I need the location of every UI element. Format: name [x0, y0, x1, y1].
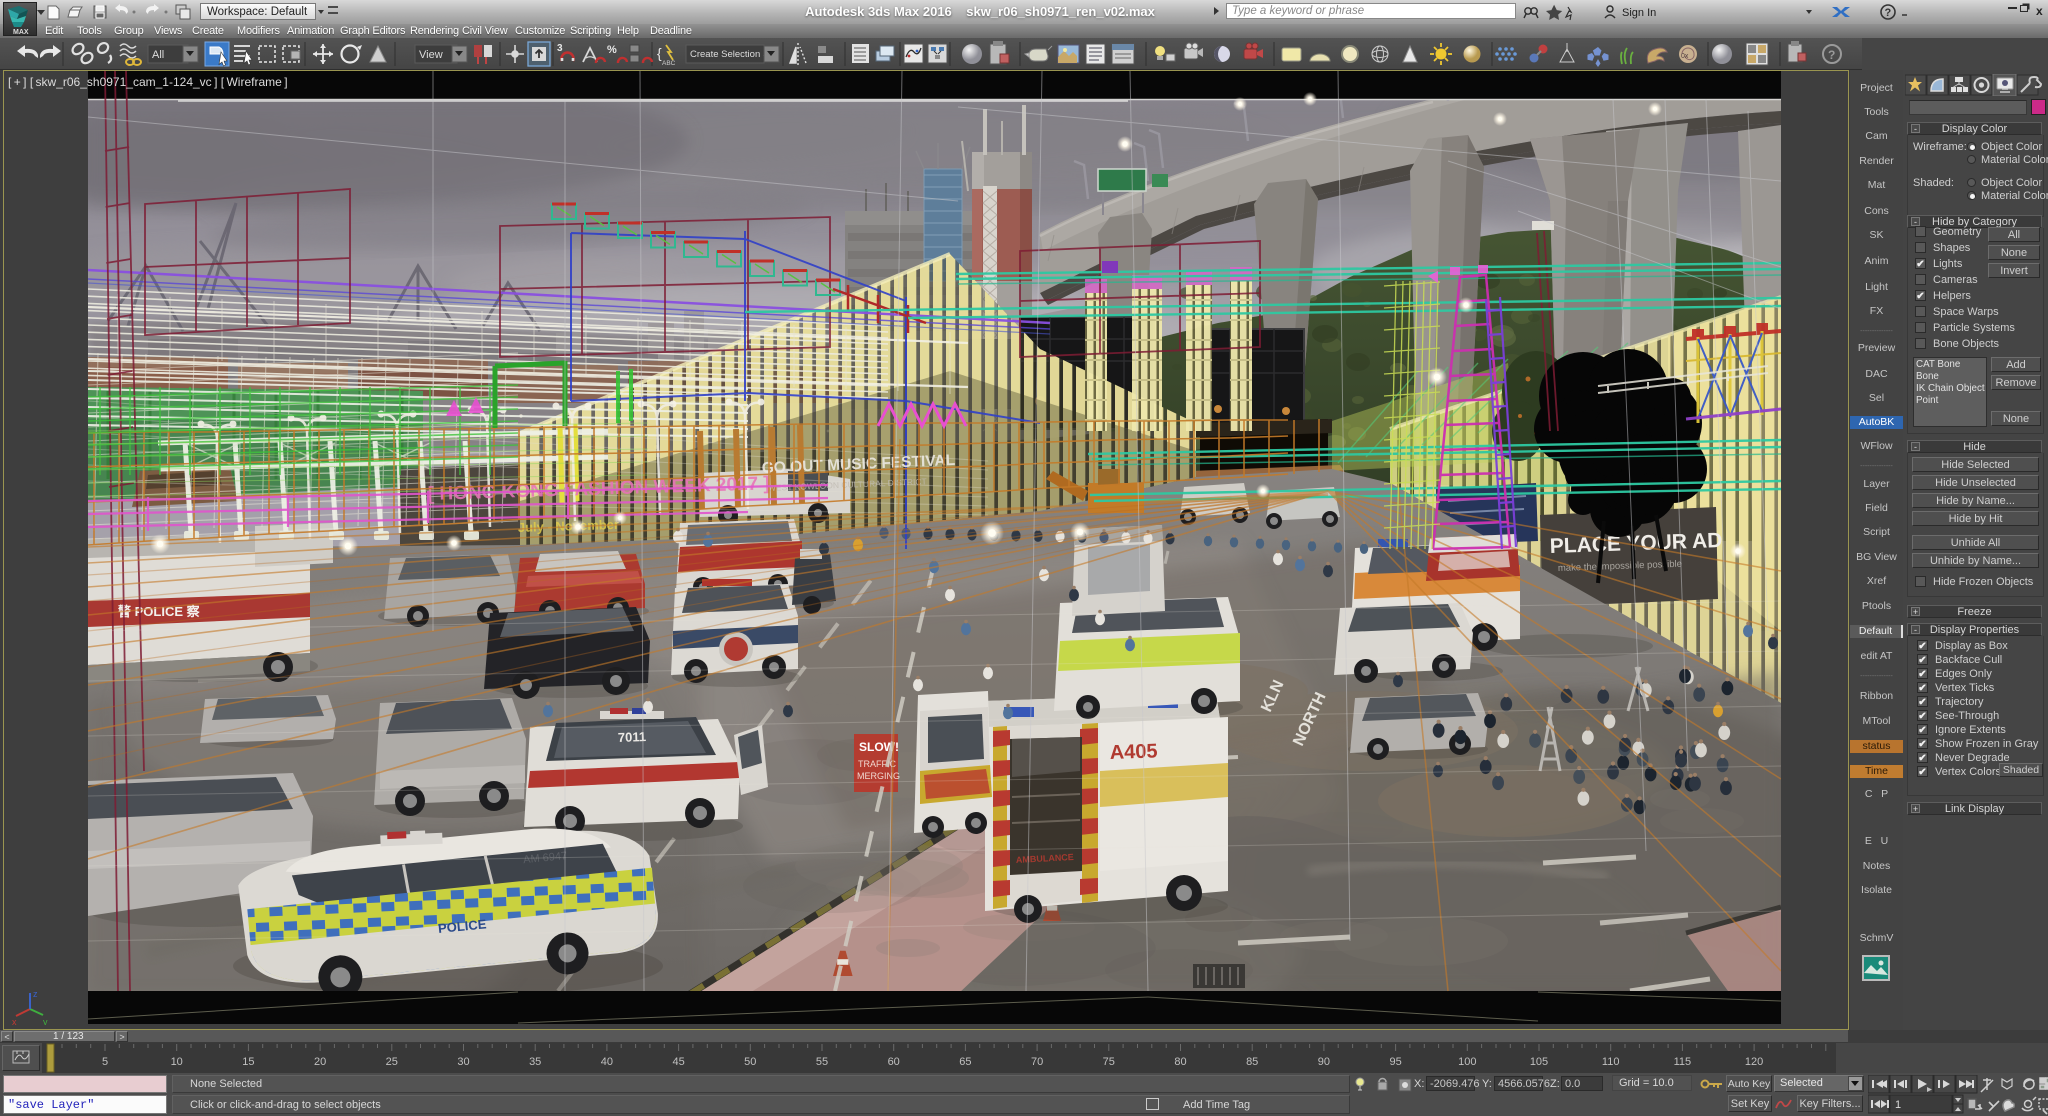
svg-text:75: 75 [1103, 1056, 1115, 1068]
svg-text:40: 40 [601, 1056, 613, 1068]
svg-text:45: 45 [672, 1056, 684, 1068]
svg-text:3: 3 [557, 43, 563, 54]
svg-text:110: 110 [1602, 1056, 1620, 1068]
svg-text:MERGING: MERGING [857, 771, 900, 781]
svg-text:50: 50 [744, 1056, 756, 1068]
svg-text:x: x [12, 1017, 17, 1025]
svg-text:90: 90 [1318, 1056, 1330, 1068]
svg-text:ABC: ABC [662, 60, 676, 67]
svg-text:All: All [152, 49, 164, 61]
svg-text:80: 80 [1174, 1056, 1186, 1068]
svg-text:25: 25 [386, 1056, 398, 1068]
svg-text:MAX: MAX [13, 29, 29, 35]
svg-text:{: { [657, 45, 662, 61]
svg-text:120: 120 [1745, 1056, 1763, 1068]
svg-text:95: 95 [1389, 1056, 1401, 1068]
svg-text:60: 60 [888, 1056, 900, 1068]
svg-text:5: 5 [102, 1056, 108, 1068]
svg-text:20: 20 [314, 1056, 326, 1068]
svg-text:?: ? [1828, 48, 1835, 62]
svg-text:65: 65 [959, 1056, 971, 1068]
svg-text:70: 70 [1031, 1056, 1043, 1068]
svg-text:55: 55 [816, 1056, 828, 1068]
svg-text:115: 115 [1674, 1056, 1692, 1068]
svg-text:View: View [419, 49, 443, 61]
svg-text:?: ? [1885, 7, 1892, 19]
svg-text:0x: 0x [1681, 53, 1689, 60]
svg-text:85: 85 [1246, 1056, 1258, 1068]
svg-text:TRAFFIC: TRAFFIC [858, 759, 896, 769]
svg-text:100: 100 [1458, 1056, 1476, 1068]
svg-text:z: z [33, 989, 38, 999]
svg-text:Sign In: Sign In [1622, 7, 1656, 19]
svg-text:10: 10 [171, 1056, 183, 1068]
svg-text:1: 1 [1895, 1099, 1901, 1111]
svg-text:%: % [607, 44, 617, 56]
svg-text:7011: 7011 [618, 729, 647, 745]
svg-text:y: y [43, 1017, 48, 1025]
svg-text:105: 105 [1530, 1056, 1548, 1068]
svg-text:15: 15 [242, 1056, 254, 1068]
svg-text:A405: A405 [1109, 740, 1158, 764]
svg-text:30: 30 [457, 1056, 469, 1068]
svg-text:35: 35 [529, 1056, 541, 1068]
